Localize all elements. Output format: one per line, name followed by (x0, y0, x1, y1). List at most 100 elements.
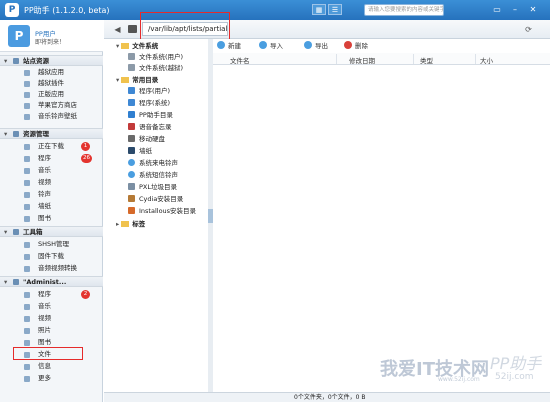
tree-item-sms-ringtone[interactable]: 系统短信铃声 (128, 169, 178, 179)
avatar[interactable]: P (8, 25, 30, 47)
sidebar: P PP用户 即将到来！ ▾ 站点资源 越狱应用 越狱插件 正版应用 苹果官方商店… (0, 20, 103, 402)
book-icon (24, 216, 30, 222)
profile-status: 即将到来！ (35, 39, 66, 46)
sidebar-item-downloading[interactable]: 正在下载 1 (0, 141, 103, 152)
hard-disk-icon (128, 135, 135, 142)
music-icon (24, 304, 30, 310)
file-table-header: 文件名 修改日期 类型 大小 (213, 53, 550, 65)
column-divider[interactable] (336, 54, 337, 64)
back-icon[interactable]: ◀ (112, 24, 123, 35)
import-icon (259, 41, 267, 49)
sidebar-item-av-convert[interactable]: 音频视频转换 (0, 263, 103, 274)
user-profile[interactable]: P PP用户 即将到来！ (0, 20, 103, 52)
minimize-icon[interactable]: – (508, 4, 522, 16)
tree-item-installous[interactable]: Installous安装目录 (128, 205, 196, 215)
sidebar-section-toolbox[interactable]: ▾ 工具箱 (0, 226, 103, 237)
sidebar-item-apple-store[interactable]: 苹果官方商店 (0, 100, 103, 111)
tree-item-pp-dir[interactable]: PP助手目录 (128, 109, 173, 119)
column-size[interactable]: 大小 (480, 55, 493, 65)
pane-splitter[interactable] (208, 39, 213, 392)
disk-icon (128, 53, 135, 60)
sidebar-item-books[interactable]: 图书 (0, 213, 103, 224)
tree-item-pxl-trash[interactable]: PXL垃圾目录 (128, 181, 177, 191)
app-icon (24, 92, 30, 98)
status-bar: 0个文件夹，0个文件，0 B (104, 392, 550, 402)
sidebar-item-wallpaper[interactable]: 墙纸 (0, 201, 103, 212)
delete-icon (344, 41, 352, 49)
tree-group-tags[interactable]: ▸ 标签 (116, 218, 145, 228)
music-icon (24, 114, 30, 120)
app-icon (24, 292, 30, 298)
disk-icon (128, 64, 135, 71)
download-count-badge: 1 (81, 142, 90, 151)
sidebar-item-device-more[interactable]: 更多 (0, 373, 103, 384)
video-icon (24, 180, 30, 186)
tree-group-common[interactable]: ▾ 常用目录 (116, 74, 158, 84)
search-input[interactable]: 请输入您要搜索的内容或关键字 (364, 4, 444, 16)
sidebar-item-device-photos[interactable]: 照片 (0, 325, 103, 336)
column-type[interactable]: 类型 (420, 55, 433, 65)
tree-item-mobile-disk[interactable]: 移动硬盘 (128, 133, 165, 143)
column-divider[interactable] (413, 54, 414, 64)
sidebar-item-jb-plugins[interactable]: 越狱插件 (0, 78, 103, 89)
firmware-icon (24, 254, 30, 260)
program-count-badge: 26 (81, 154, 92, 163)
sidebar-item-firmware[interactable]: 固件下载 (0, 251, 103, 262)
tree-group-filesystem[interactable]: ▾ 文件系统 (116, 40, 158, 50)
export-button[interactable]: 导出 (304, 41, 328, 51)
app-icon (128, 87, 135, 94)
column-divider[interactable] (475, 54, 476, 64)
plugin-icon (24, 81, 30, 87)
download-icon (24, 144, 30, 150)
sidebar-section-resources[interactable]: ▾ 资源管理 (0, 128, 103, 139)
tree-item-wallpaper[interactable]: 墙纸 (128, 145, 152, 155)
sidebar-item-video[interactable]: 视频 (0, 177, 103, 188)
sidebar-item-music-wallpaper[interactable]: 音乐铃声壁纸 (0, 111, 103, 122)
highlight-files-box (13, 347, 83, 360)
tree-item-cydia[interactable]: Cydia安装目录 (128, 193, 183, 203)
new-icon (217, 41, 225, 49)
wallpaper-icon (24, 204, 30, 210)
refresh-icon[interactable]: ⟳ (523, 24, 534, 35)
tree-item-fs-user[interactable]: 文件系统(用户) (128, 51, 183, 61)
tree-item-voice-memos[interactable]: 语音备忘录 (128, 121, 172, 131)
tree-item-fs-jb[interactable]: 文件系统(越狱) (128, 62, 183, 72)
sidebar-item-device-programs[interactable]: 程序 2 (0, 289, 103, 300)
restore-icon[interactable]: ▭ (490, 4, 504, 16)
tree-item-apps-system[interactable]: 程序(系统) (128, 97, 170, 107)
window-title: PP助手 (1.1.2.0, beta) (24, 6, 110, 15)
import-button[interactable]: 导入 (259, 41, 283, 51)
new-button[interactable]: 新建 (217, 41, 241, 51)
splitter-handle[interactable] (208, 209, 213, 223)
installous-icon (128, 207, 135, 214)
export-icon (304, 41, 312, 49)
tree-item-apps-user[interactable]: 程序(用户) (128, 85, 170, 95)
sidebar-item-shsh[interactable]: SHSH管理 (0, 239, 103, 250)
music-note-icon (128, 159, 135, 166)
tree-item-call-ringtone[interactable]: 系统来电铃声 (128, 157, 178, 167)
convert-icon (24, 266, 30, 272)
sidebar-item-device-messages[interactable]: 信息 (0, 361, 103, 372)
pp-icon (128, 111, 135, 118)
sidebar-item-device-video[interactable]: 视频 (0, 313, 103, 324)
directory-tree: ▾ 文件系统 文件系统(用户) 文件系统(越狱) ▾ 常用目录 程序(用户) 程序(… (113, 39, 209, 392)
column-modified[interactable]: 修改日期 (349, 55, 375, 65)
sidebar-section-site[interactable]: ▾ 站点资源 (0, 55, 103, 66)
list-view-icon[interactable]: ☰ (328, 4, 342, 15)
column-filename[interactable]: 文件名 (230, 55, 250, 65)
sidebar-item-device-music[interactable]: 音乐 (0, 301, 103, 312)
close-icon[interactable]: ✕ (526, 4, 540, 16)
delete-button[interactable]: 删除 (344, 41, 368, 51)
device-icon (13, 279, 19, 285)
more-icon (24, 376, 30, 382)
sidebar-section-device[interactable]: ▾ "Administ... (0, 276, 103, 287)
sidebar-item-programs[interactable]: 程序 26 (0, 153, 103, 164)
sidebar-item-music[interactable]: 音乐 (0, 165, 103, 176)
sidebar-item-genuine-apps[interactable]: 正版应用 (0, 89, 103, 100)
sidebar-item-jb-apps[interactable]: 越狱应用 (0, 67, 103, 78)
sidebar-item-ringtone[interactable]: 铃声 (0, 189, 103, 200)
grid-view-icon[interactable]: ▦ (312, 4, 326, 15)
watermark-url-2: 52ij.com (495, 372, 534, 382)
title-bar: P PP助手 (1.1.2.0, beta) ▦ ☰ 请输入您要搜索的内容或关键… (0, 0, 550, 20)
watermark-url: www.52ij.com (438, 376, 480, 383)
